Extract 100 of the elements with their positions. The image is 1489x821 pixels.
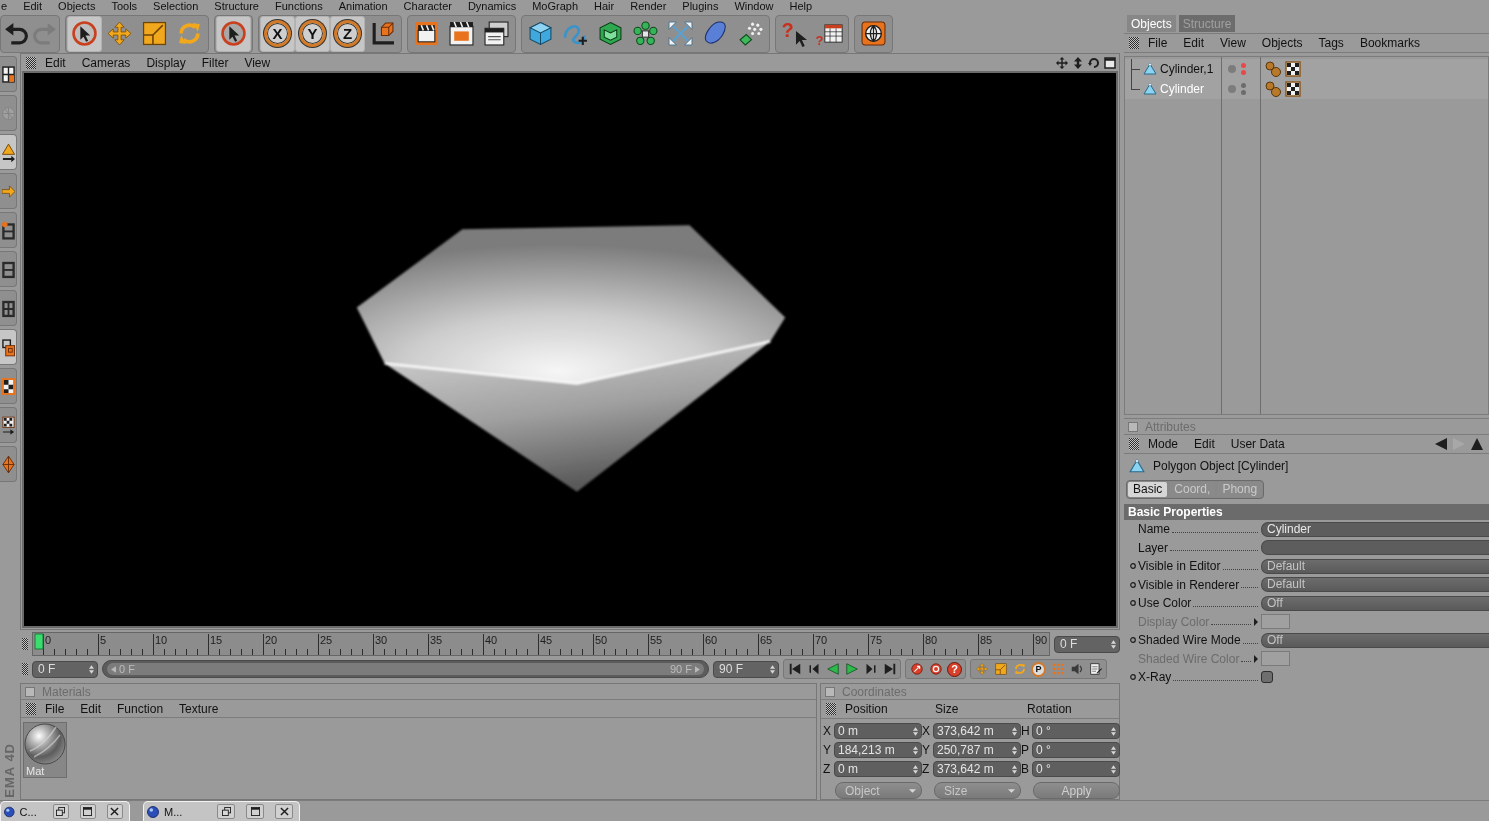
- uv-mode-button[interactable]: [0, 329, 17, 365]
- rotate-icon[interactable]: [1088, 56, 1100, 69]
- menu-item[interactable]: Hair: [586, 0, 623, 12]
- menu-item[interactable]: Edit: [1175, 36, 1213, 50]
- caret-icon[interactable]: [1254, 617, 1258, 626]
- menu-item[interactable]: Functions: [267, 0, 331, 12]
- caret-icon[interactable]: [1254, 654, 1258, 663]
- minimized-window[interactable]: C...: [0, 801, 130, 821]
- color-swatch[interactable]: [1261, 651, 1290, 667]
- maximize-button[interactable]: [79, 804, 96, 819]
- menu-item[interactable]: View: [1212, 36, 1254, 50]
- up-arrow-icon[interactable]: [1471, 438, 1483, 450]
- grip-icon[interactable]: [22, 663, 28, 675]
- axis-lock-button[interactable]: Z: [330, 15, 365, 52]
- menu-item[interactable]: Window: [726, 0, 782, 12]
- minimized-window[interactable]: M...: [143, 801, 300, 821]
- value-field[interactable]: 0 m: [834, 761, 922, 777]
- checkbox[interactable]: [1261, 671, 1273, 684]
- menu-item[interactable]: Display: [138, 55, 194, 70]
- menu-item[interactable]: Help: [781, 0, 821, 12]
- move-icon[interactable]: [1056, 56, 1068, 69]
- tab[interactable]: Basic: [1128, 481, 1168, 497]
- menu-item[interactable]: Tools: [103, 0, 146, 12]
- back-arrow-icon[interactable]: [1435, 438, 1447, 450]
- frame-field[interactable]: 0 F: [1054, 635, 1120, 653]
- value-field[interactable]: 184,213 m: [834, 742, 922, 758]
- end-frame-field[interactable]: 90 F: [713, 660, 779, 678]
- maximize-button[interactable]: [246, 804, 264, 819]
- dot-icon[interactable]: [1241, 83, 1246, 88]
- value-field[interactable]: 373,642 m: [933, 761, 1021, 777]
- texture-tool-button[interactable]: [0, 368, 17, 404]
- model-mode-button[interactable]: [0, 56, 17, 92]
- menu-item[interactable]: Edit: [36, 55, 74, 70]
- key-parameter-button[interactable]: P: [1029, 660, 1048, 678]
- menu-item[interactable]: Objects: [50, 0, 104, 12]
- close-button[interactable]: [106, 804, 123, 819]
- grip-icon[interactable]: [26, 702, 36, 715]
- grip-icon[interactable]: [1129, 438, 1139, 450]
- panel-tab[interactable]: Objects: [1127, 15, 1176, 32]
- menu-item[interactable]: e: [0, 0, 16, 12]
- menu-item[interactable]: MoGraph: [524, 0, 587, 12]
- menu-item[interactable]: Edit: [72, 701, 110, 716]
- dropdown-field[interactable]: Default: [1261, 558, 1489, 574]
- menu-item[interactable]: Character: [395, 0, 460, 12]
- dropdown-field[interactable]: Default: [1261, 577, 1489, 593]
- circle-icon[interactable]: [1130, 637, 1136, 644]
- restore-button[interactable]: [217, 804, 235, 819]
- menu-item[interactable]: Cameras: [73, 55, 139, 70]
- vertical-arrows-icon[interactable]: [1072, 56, 1084, 69]
- menu-item[interactable]: Animation: [330, 0, 396, 12]
- value-field[interactable]: 250,787 m: [933, 742, 1021, 758]
- color-swatch[interactable]: [1261, 614, 1290, 630]
- key-help-button[interactable]: ?: [945, 660, 964, 678]
- menu-item[interactable]: Bookmarks: [1351, 36, 1428, 50]
- layer-field[interactable]: [1261, 540, 1489, 556]
- menu-item[interactable]: Render: [622, 0, 675, 12]
- spheres-icon[interactable]: [1265, 61, 1281, 77]
- maximize-icon[interactable]: [1104, 56, 1116, 69]
- menu-item[interactable]: Edit: [1186, 437, 1223, 451]
- value-field[interactable]: 0 °: [1032, 761, 1120, 777]
- menu-item[interactable]: User Data: [1222, 437, 1293, 451]
- axis-lock-button[interactable]: X: [260, 15, 295, 52]
- value-field[interactable]: 0 °: [1032, 723, 1120, 739]
- menu-item[interactable]: Function: [109, 701, 172, 716]
- grip-icon[interactable]: [826, 703, 836, 715]
- dot-icon[interactable]: [1241, 63, 1246, 68]
- circle-icon[interactable]: [1130, 581, 1136, 588]
- circle-icon[interactable]: [1130, 563, 1136, 570]
- grip-icon[interactable]: [26, 56, 36, 69]
- menu-item[interactable]: Plugins: [674, 0, 727, 12]
- text-field[interactable]: Cylinder: [1261, 521, 1489, 537]
- menu-item[interactable]: Mode: [1139, 437, 1187, 451]
- texture-axis-button[interactable]: [0, 407, 17, 443]
- menu-item[interactable]: Structure: [206, 0, 267, 12]
- grip-icon[interactable]: [22, 638, 28, 650]
- dot-icon[interactable]: [1228, 65, 1236, 73]
- menu-item[interactable]: File: [1139, 36, 1176, 50]
- menu-item[interactable]: File: [36, 701, 73, 716]
- menu-item[interactable]: Tags: [1310, 36, 1352, 50]
- grip-icon[interactable]: [1129, 37, 1139, 49]
- object-mode-button[interactable]: [0, 134, 17, 170]
- dot-icon[interactable]: [1228, 85, 1236, 93]
- object-item[interactable]: Cylinder,1: [1125, 59, 1221, 79]
- circle-icon[interactable]: [1130, 674, 1136, 681]
- menu-item[interactable]: Objects: [1253, 36, 1311, 50]
- checker-icon[interactable]: [1285, 81, 1301, 97]
- menu-item[interactable]: View: [236, 55, 279, 70]
- menu-item[interactable]: Dynamics: [459, 0, 525, 12]
- spheres-icon[interactable]: [1265, 81, 1281, 97]
- menu-item[interactable]: Texture: [171, 701, 227, 716]
- timeline-ruler[interactable]: 0 5 10 15 20 25 30 35 40 45 50 55 60 65 70 75 80 85 90: [32, 632, 1050, 656]
- value-field[interactable]: 373,642 m: [933, 723, 1021, 739]
- polygons-mode-button[interactable]: [0, 290, 17, 326]
- dot-icon[interactable]: [1241, 90, 1246, 95]
- dot-icon[interactable]: [1241, 70, 1246, 75]
- points-mode-button[interactable]: [0, 212, 17, 248]
- playhead[interactable]: [34, 633, 44, 650]
- start-frame-field[interactable]: 0 F: [32, 660, 98, 678]
- menu-item[interactable]: Selection: [145, 0, 207, 12]
- close-button[interactable]: [275, 804, 293, 819]
